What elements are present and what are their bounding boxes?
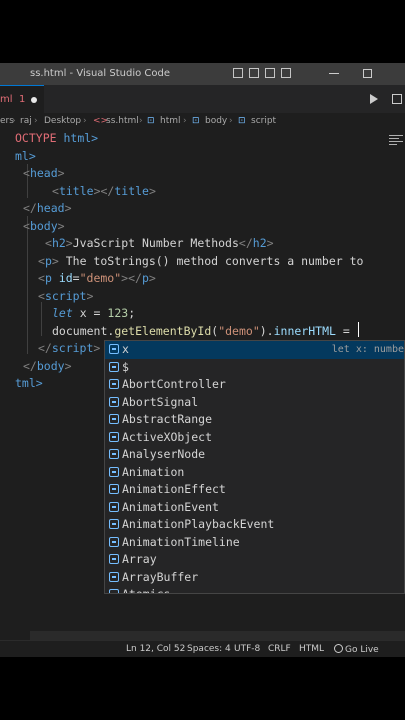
title-bar: ss.html - Visual Studio Code [0,63,405,85]
variable-icon [109,484,119,494]
variable-icon [109,536,119,547]
code-line-4: <title></title> [52,183,156,198]
minimap-line [389,138,399,139]
autocomplete-popup: x let x: numbe $ AbortController AbortSig… [104,340,405,594]
autocomplete-item[interactable]: ActiveXObject [105,429,404,447]
breadcrumb-item[interactable]: Desktop [44,116,81,126]
encoding[interactable]: UTF-8 [234,644,260,654]
variable-icon [109,554,119,564]
window-title: ss.html - Visual Studio Code [30,68,171,79]
chevron-right-icon: › [139,116,143,126]
autocomplete-item[interactable]: AbortSignal [105,394,404,412]
autocomplete-item[interactable]: Array [105,551,404,569]
minimap-line [389,144,397,145]
variable-icon [109,589,119,593]
code-line-2: ml> [15,148,36,163]
editor-tab-bar: ml 1 [0,85,405,113]
code-line-13: </script> [38,341,101,355]
tab-bar-empty [44,85,405,113]
variable-icon [109,396,119,407]
code-line-11: let x = 123; [52,306,136,320]
variable-icon [109,344,119,354]
variable-icon [109,431,119,442]
chevron-right-icon: › [12,116,16,126]
layout-controls [233,68,291,78]
autocomplete-item[interactable]: AbortController [105,376,404,394]
variable-icon [109,466,119,477]
customize-layout-icon[interactable] [281,68,291,78]
minimap-line [389,141,403,142]
autocomplete-item[interactable]: AbstractRange [105,411,404,429]
breadcrumb-item[interactable]: raj [20,116,32,126]
element-icon: ⊡ [147,116,155,126]
variable-icon [109,449,119,459]
breadcrumb-item[interactable]: body [205,116,227,126]
autocomplete-item[interactable]: $ [105,359,404,377]
code-line-12: document.getElementById("demo").innerHTM… [52,323,350,338]
element-icon: ⊡ [192,116,200,126]
cursor-position[interactable]: Ln 12, Col 52 [126,644,185,654]
code-line-14: </body> [23,358,72,373]
tab-label: ml [0,94,13,105]
variable-icon [109,501,119,512]
horizontal-scrollbar[interactable] [30,631,405,640]
autocomplete-item[interactable]: Atomics [105,586,404,593]
code-line-10: <script> [38,288,94,303]
tab-ss-html[interactable]: ml 1 [0,85,44,113]
code-line-7: <h2>JvaScript Number Methods</h2> [45,236,274,250]
indentation[interactable]: Spaces: 4 [187,644,231,654]
run-icon[interactable] [370,94,378,104]
minimap-line [389,135,403,136]
minimap[interactable] [389,133,405,149]
code-line-9: <p id="demo"></p> [38,271,156,285]
autocomplete-item[interactable]: ArrayBuffer [105,569,404,587]
autocomplete-item[interactable]: AnimationEffect [105,481,404,499]
variable-icon [109,571,119,582]
maximize-icon[interactable] [363,69,372,78]
layout-sidebar-icon[interactable] [233,68,243,78]
language-mode[interactable]: HTML [299,644,324,654]
autocomplete-item[interactable]: Animation [105,464,404,482]
code-line-3: <head> [23,166,65,180]
layout-panel-icon[interactable] [249,68,259,78]
status-bar: Ln 12, Col 52 Spaces: 4 UTF-8 CRLF HTML … [0,640,405,657]
breadcrumb-item[interactable]: ss.html [106,116,139,126]
code-line-15: tml> [15,376,43,390]
code-line-6: <body> [23,218,65,233]
vscode-window: ss.html - Visual Studio Code ml 1 ers › … [0,63,405,657]
element-icon: ⊡ [238,116,246,126]
autocomplete-item[interactable]: AnimationTimeline [105,534,404,552]
chevron-right-icon: › [229,116,233,126]
unsaved-dot-icon[interactable] [31,97,37,103]
variable-icon [109,519,119,529]
variable-icon [109,414,119,424]
variable-icon [109,361,119,372]
split-editor-icon[interactable] [392,94,402,104]
chevron-right-icon: › [34,116,38,126]
text-cursor [358,322,359,337]
broadcast-icon [334,644,343,653]
go-live-button[interactable]: Go Live [334,644,379,655]
code-line-8: <p> The toStrings() method converts a nu… [38,253,364,268]
minimize-icon[interactable] [329,73,339,74]
autocomplete-item[interactable]: AnimationPlaybackEvent [105,516,404,534]
chevron-right-icon: › [183,116,187,126]
code-line-5: </head> [23,201,72,215]
chevron-right-icon: › [83,116,87,126]
tab-problem-count: 1 [19,94,26,105]
breadcrumb-item[interactable]: script [251,116,276,126]
autocomplete-item[interactable]: AnalyserNode [105,446,404,464]
indent-guide [27,216,28,354]
line-ending[interactable]: CRLF [268,644,291,654]
indent-guide [41,302,42,336]
code-line-1: OCTYPE html> [15,131,99,145]
breadcrumb: ers › raj › Desktop › <> ss.html › ⊡ htm… [0,113,405,130]
go-live-label: Go Live [345,645,379,655]
variable-icon [109,379,119,389]
breadcrumb-item[interactable]: html [160,116,181,126]
layout-secondary-sidebar-icon[interactable] [265,68,275,78]
autocomplete-item[interactable]: x let x: numbe [105,341,404,359]
autocomplete-item[interactable]: AnimationEvent [105,499,404,517]
